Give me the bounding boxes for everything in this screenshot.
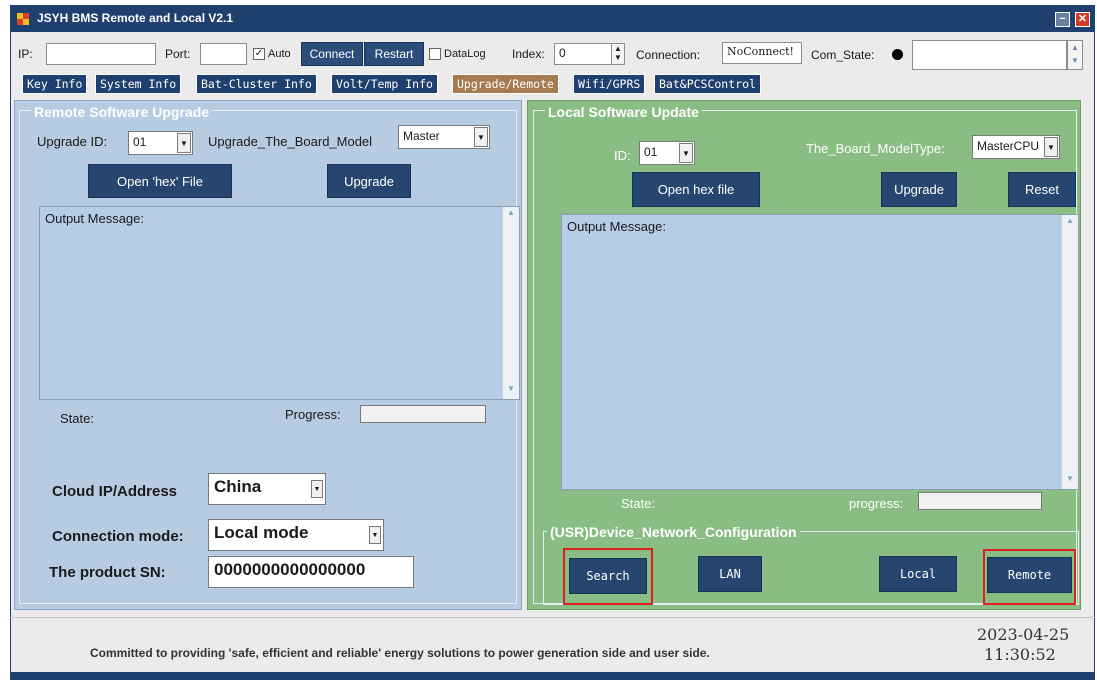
tab-wifi-gprs[interactable]: Wifi/GPRS — [573, 74, 646, 94]
local-mode-button[interactable]: Local — [879, 556, 957, 592]
local-id-value: 01 — [644, 145, 658, 159]
com-state-box — [912, 40, 1067, 70]
local-progress-label: progress: — [849, 496, 904, 511]
connect-button[interactable]: Connect — [301, 42, 363, 66]
local-progress-bar — [918, 492, 1042, 510]
minimize-button[interactable]: − — [1055, 12, 1070, 27]
scroll-down-icon[interactable]: ▼ — [1063, 474, 1077, 488]
local-output-box[interactable]: Output Message: ▲ ▼ — [561, 214, 1079, 490]
tab-bat-cluster-info[interactable]: Bat-Cluster Info — [196, 74, 317, 94]
chevron-down-icon: ▼ — [679, 143, 693, 163]
chevron-down-icon: ▼ — [369, 526, 381, 544]
remote-output-label: Output Message: — [45, 211, 144, 226]
footer-divider — [10, 617, 1095, 618]
remote-group-title: Remote Software Upgrade — [31, 104, 213, 120]
connection-mode-select[interactable]: Local mode ▼ — [208, 519, 384, 551]
com-state-indicator — [892, 49, 903, 60]
remote-highlight-frame — [983, 549, 1076, 605]
local-state-label: State: — [621, 496, 655, 511]
open-hex-button[interactable]: Open 'hex' File — [88, 164, 232, 198]
scroll-down-icon[interactable]: ▼ — [504, 384, 518, 398]
remote-progress-bar — [360, 405, 486, 423]
upgrade-id-select[interactable]: 01 ▼ — [128, 131, 193, 155]
auto-label: Auto — [268, 48, 291, 60]
board-type-select[interactable]: MasterCPU ▼ — [972, 135, 1060, 159]
title-bar: JSYH BMS Remote and Local V2.1 − ✕ — [11, 6, 1094, 32]
open-hex-file-button[interactable]: Open hex file — [632, 172, 760, 207]
footer-date: 2023-04-25 — [977, 625, 1070, 644]
footer-time: 11:30:52 — [984, 645, 1056, 664]
app-logo-icon — [17, 13, 30, 25]
chevron-down-icon: ▼ — [311, 480, 323, 498]
com-state-scrollbar[interactable]: ▲ ▼ — [1067, 40, 1083, 70]
remote-output-box[interactable]: Output Message: ▲ ▼ — [39, 206, 520, 400]
index-spinner[interactable]: ▲ ▼ — [611, 43, 625, 65]
scroll-up-icon[interactable]: ▲ — [1063, 216, 1077, 230]
board-model-select[interactable]: Master ▼ — [398, 125, 490, 149]
remote-state-label: State: — [60, 411, 94, 426]
connection-label: Connection: — [636, 48, 701, 62]
chevron-down-icon: ▼ — [1044, 137, 1058, 157]
local-output-label: Output Message: — [567, 219, 666, 234]
tab-key-info[interactable]: Key Info — [22, 74, 88, 94]
auto-checkbox[interactable]: ✓ — [253, 48, 265, 60]
reset-button[interactable]: Reset — [1008, 172, 1076, 207]
bottom-bar — [10, 672, 1095, 680]
search-highlight-frame — [563, 548, 653, 605]
remote-output-scrollbar[interactable]: ▲ ▼ — [502, 207, 519, 399]
local-upgrade-button[interactable]: Upgrade — [881, 172, 957, 207]
connection-status: NoConnect! — [722, 42, 802, 64]
board-model-label: Upgrade_The_Board_Model — [208, 134, 373, 149]
local-output-scrollbar[interactable]: ▲ ▼ — [1061, 215, 1078, 489]
com-state-label: Com_State: — [811, 48, 875, 62]
local-panel: Local Software Update ID: 01 ▼ The_Board… — [527, 100, 1081, 610]
product-sn-label: The product SN: — [49, 564, 166, 581]
remote-progress-label: Progress: — [285, 407, 341, 422]
ip-input[interactable] — [46, 43, 156, 65]
cloud-ip-select[interactable]: China ▼ — [208, 473, 326, 505]
local-id-label: ID: — [614, 148, 631, 163]
datalog-label: DataLog — [444, 48, 486, 60]
local-id-select[interactable]: 01 ▼ — [639, 141, 695, 165]
product-sn-input[interactable]: 0000000000000000 — [208, 556, 414, 588]
usr-group-title: (USR)Device_Network_Configuration — [547, 524, 800, 540]
lan-button[interactable]: LAN — [698, 556, 762, 592]
restart-button[interactable]: Restart — [364, 42, 424, 66]
tab-system-info[interactable]: System Info — [95, 74, 182, 94]
board-type-label: The_Board_ModelType: — [806, 141, 945, 156]
window-title: JSYH BMS Remote and Local V2.1 — [37, 11, 234, 25]
close-button[interactable]: ✕ — [1075, 12, 1090, 27]
board-type-value: MasterCPU — [977, 139, 1040, 153]
index-input[interactable]: 0 — [554, 43, 612, 65]
datalog-checkbox[interactable] — [429, 48, 441, 60]
connection-mode-label: Connection mode: — [52, 528, 184, 545]
tab-bat-pcs-control[interactable]: Bat&PCSControl — [654, 74, 761, 94]
cloud-ip-value: China — [214, 477, 262, 496]
port-input[interactable] — [200, 43, 247, 65]
tab-volt-temp-info[interactable]: Volt/Temp Info — [331, 74, 438, 94]
index-label: Index: — [512, 47, 545, 61]
ip-label: IP: — [18, 47, 33, 61]
scroll-up-icon[interactable]: ▲ — [504, 208, 518, 222]
remote-upgrade-button[interactable]: Upgrade — [327, 164, 411, 198]
port-label: Port: — [165, 47, 191, 61]
footer-slogan: Committed to providing 'safe, efficient … — [90, 646, 710, 660]
chevron-down-icon: ▼ — [474, 127, 488, 147]
board-model-value: Master — [403, 129, 440, 143]
chevron-down-icon: ▼ — [177, 133, 191, 153]
upgrade-id-value: 01 — [133, 135, 147, 149]
local-group-title: Local Software Update — [545, 104, 702, 120]
remote-panel: Remote Software Upgrade Upgrade ID: 01 ▼… — [14, 100, 522, 610]
tab-upgrade-remote[interactable]: Upgrade/Remote — [452, 74, 559, 94]
connection-mode-value: Local mode — [214, 523, 309, 542]
cloud-ip-label: Cloud IP/Address — [52, 483, 178, 500]
upgrade-id-label: Upgrade ID: — [37, 134, 108, 149]
